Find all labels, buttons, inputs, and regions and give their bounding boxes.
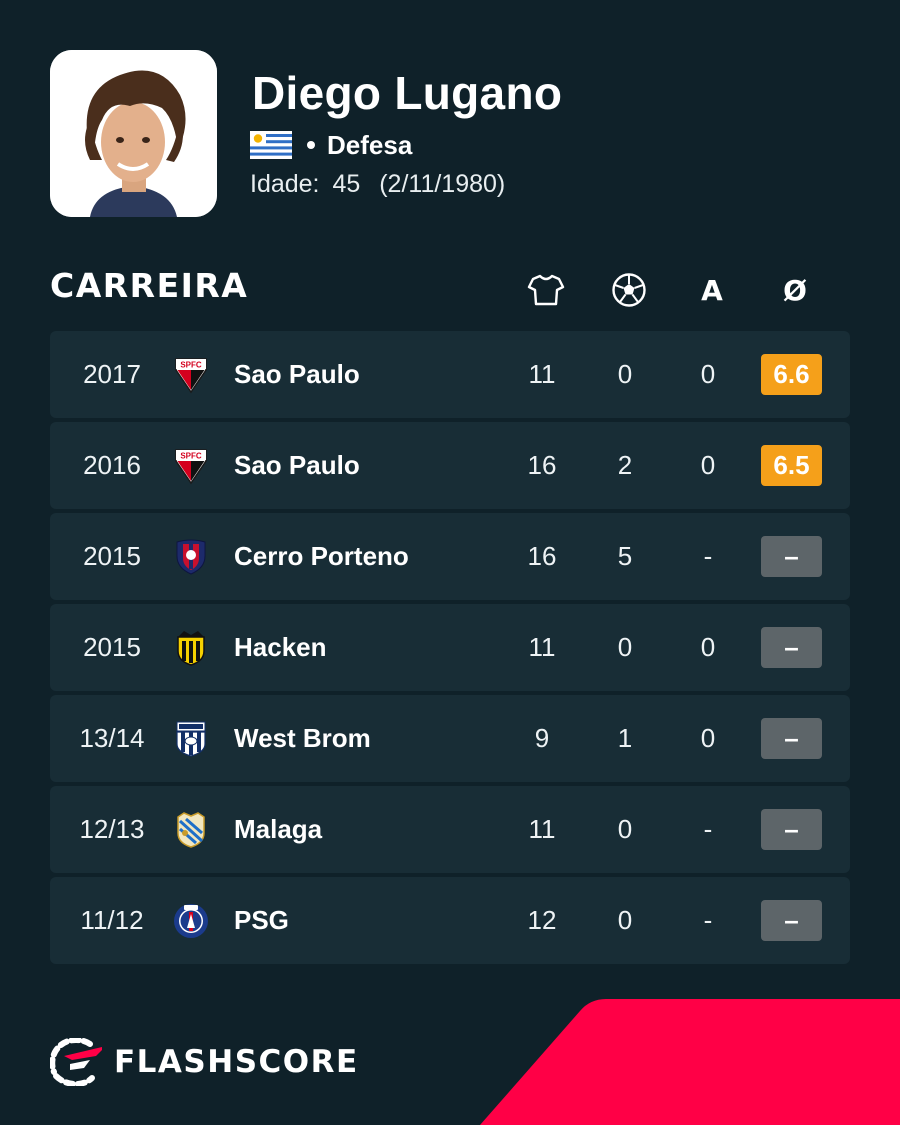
club-name: West Brom	[234, 723, 371, 753]
appearances: 12	[527, 905, 557, 935]
player-age: Idade: 45 (2/11/1980)	[250, 170, 505, 199]
season: 12/13	[79, 814, 145, 844]
career-row[interactable]: 11/12 PSG 12 0 - –	[50, 877, 850, 964]
club-name: PSG	[234, 905, 289, 935]
psg-crest-icon	[172, 902, 210, 940]
svg-text:SPFC: SPFC	[180, 452, 202, 461]
assists: 0	[700, 359, 716, 389]
appearances: 16	[527, 541, 557, 571]
assists: 0	[700, 723, 716, 753]
career-row[interactable]: 12/13 Malaga 11 0 - –	[50, 786, 850, 873]
club-name: Sao Paulo	[234, 359, 360, 389]
flashscore-logo[interactable]: FLASHSCORE	[50, 1038, 359, 1086]
player-name: Diego Lugano	[252, 67, 563, 119]
assists: 0	[700, 450, 716, 480]
ball-icon	[612, 273, 646, 307]
hacken-crest-icon	[172, 629, 210, 667]
assists: -	[703, 541, 713, 571]
season: 2016	[83, 450, 141, 480]
goals: 0	[617, 905, 633, 935]
section-title: CARREIRA	[50, 266, 249, 305]
age-value: 45	[332, 170, 361, 198]
rating-badge: –	[761, 809, 822, 850]
player-position: Defesa	[327, 129, 413, 160]
goals: 0	[617, 814, 633, 844]
player-photo-image	[50, 50, 217, 217]
appearances: 16	[527, 450, 557, 480]
career-row[interactable]: 2016 SPFC Sao Paulo 16 2 0 6.5	[50, 422, 850, 509]
appearances: 11	[528, 359, 556, 389]
goals: 5	[617, 541, 633, 571]
rating-badge: –	[761, 900, 822, 941]
appearances: 11	[528, 632, 556, 662]
season: 2015	[83, 632, 141, 662]
svg-text:SPFC: SPFC	[180, 361, 202, 370]
goals: 0	[617, 359, 633, 389]
birth-date: (2/11/1980)	[379, 170, 506, 198]
rating-badge: –	[761, 718, 822, 759]
rating-badge: –	[761, 536, 822, 577]
player-meta: Defesa	[250, 128, 412, 162]
career-row[interactable]: 2017 SPFC Sao Paulo 11 0 0 6.6	[50, 331, 850, 418]
assists: -	[703, 814, 713, 844]
column-appearances	[524, 268, 568, 312]
separator-dot	[307, 141, 315, 149]
season: 2015	[83, 541, 141, 571]
career-row[interactable]: 13/14 West Brom 9 1 0 –	[50, 695, 850, 782]
accent-corner-shape	[480, 999, 900, 1125]
goals: 0	[617, 632, 633, 662]
column-rating-label: Ø	[783, 273, 807, 307]
flashscore-logo-icon	[50, 1038, 102, 1086]
brand-name: FLASHSCORE	[114, 1044, 359, 1080]
career-row[interactable]: 2015 Cerro Porteno 16 5 - –	[50, 513, 850, 600]
career-table: 2017 SPFC Sao Paulo 11 0 0 6.6 2016 SPFC…	[50, 331, 850, 968]
malaga-crest-icon	[172, 811, 210, 849]
goals: 1	[617, 723, 633, 753]
uruguay-flag-icon	[250, 131, 292, 159]
column-assists: A	[690, 268, 734, 312]
jersey-icon	[527, 274, 565, 306]
rating-badge: 6.6	[761, 354, 822, 395]
sao-paulo-crest-icon: SPFC	[172, 356, 210, 394]
age-label: Idade:	[250, 170, 320, 198]
column-assists-label: A	[701, 273, 723, 307]
season: 11/12	[80, 905, 144, 935]
west-brom-crest-icon	[172, 720, 210, 758]
column-rating: Ø	[773, 268, 817, 312]
club-name: Hacken	[234, 632, 327, 662]
sao-paulo-crest-icon: SPFC	[172, 447, 210, 485]
appearances: 9	[534, 723, 550, 753]
cerro-porteno-crest-icon	[172, 538, 210, 576]
player-photo	[50, 50, 217, 217]
column-goals	[607, 268, 651, 312]
club-name: Cerro Porteno	[234, 541, 409, 571]
rating-badge: 6.5	[761, 445, 822, 486]
goals: 2	[617, 450, 633, 480]
season: 2017	[83, 359, 141, 389]
season: 13/14	[79, 723, 145, 753]
career-row[interactable]: 2015 Hacken 11 0 0 –	[50, 604, 850, 691]
assists: 0	[700, 632, 716, 662]
rating-badge: –	[761, 627, 822, 668]
club-name: Sao Paulo	[234, 450, 360, 480]
club-name: Malaga	[234, 814, 323, 844]
assists: -	[703, 905, 713, 935]
appearances: 11	[528, 814, 556, 844]
